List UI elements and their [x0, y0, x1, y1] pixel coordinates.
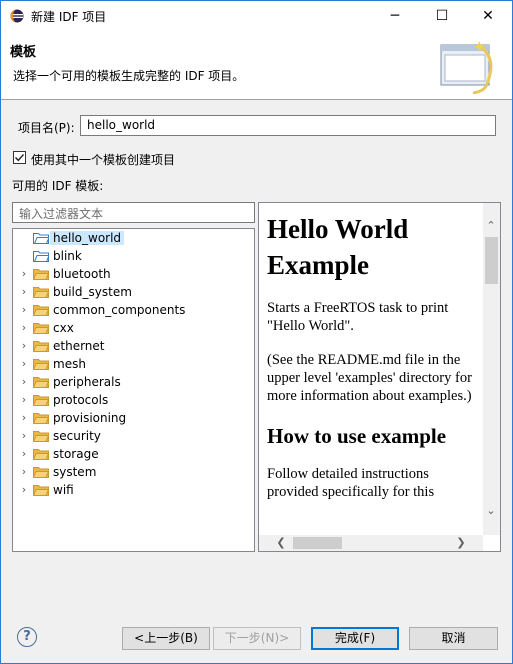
scroll-right-icon[interactable]: ❯	[453, 535, 469, 551]
expand-chevron-icon[interactable]: ›	[18, 319, 30, 337]
preview-subheading: How to use example	[267, 424, 447, 448]
wizard-banner-icon	[440, 41, 493, 94]
wizard-header: 模板 选择一个可用的模板生成完整的 IDF 项目。	[1, 31, 512, 100]
filter-input[interactable]: 输入过滤器文本	[12, 202, 255, 223]
preview-horizontal-scrollbar[interactable]: ❮ ❯	[259, 535, 483, 551]
folder-icon	[33, 467, 49, 478]
use-template-checkbox[interactable]	[13, 151, 26, 164]
tree-item-label: bluetooth	[53, 267, 111, 281]
tree-item-label: mesh	[53, 357, 86, 371]
tree-item-hello-world[interactable]: hello_world	[13, 229, 254, 247]
expand-chevron-icon[interactable]: ›	[18, 463, 30, 481]
tree-item-label: common_components	[53, 303, 186, 317]
expand-chevron-icon[interactable]: ›	[18, 481, 30, 499]
filter-placeholder: 输入过滤器文本	[19, 207, 104, 221]
folder-icon	[33, 485, 49, 496]
minimize-button[interactable]: ─	[372, 1, 418, 31]
close-button[interactable]: ✕	[465, 1, 511, 31]
expand-chevron-icon[interactable]: ›	[18, 337, 30, 355]
tree-item-cxx[interactable]: › cxx	[13, 319, 254, 337]
tree-item-wifi[interactable]: › wifi	[13, 481, 254, 499]
tree-item-label: peripherals	[53, 375, 121, 389]
folder-icon	[33, 377, 49, 388]
window-title: 新建 IDF 项目	[31, 10, 107, 24]
scroll-left-icon[interactable]: ❮	[273, 535, 289, 551]
tree-item-label: hello_world	[50, 231, 125, 245]
tree-item-common-components[interactable]: › common_components	[13, 301, 254, 319]
folder-icon	[33, 449, 49, 460]
folder-icon	[33, 359, 49, 370]
preview-paragraph: Follow detailed instructions provided sp…	[267, 466, 435, 500]
new-idf-project-dialog: 新建 IDF 项目 ─ ☐ ✕ 模板 选择一个可用的模板生成完整的 IDF 项目…	[0, 0, 513, 664]
tree-item-label: security	[53, 429, 101, 443]
template-tree[interactable]: hello_world blink › bluetooth › build_sy…	[12, 228, 255, 552]
expand-chevron-icon[interactable]: ›	[18, 427, 30, 445]
tree-item-label: ethernet	[53, 339, 105, 353]
folder-icon	[33, 323, 49, 334]
folder-icon	[33, 395, 49, 406]
tree-item-label: wifi	[53, 483, 74, 497]
expand-chevron-icon[interactable]: ›	[18, 445, 30, 463]
tree-item-storage[interactable]: › storage	[13, 445, 254, 463]
page-title: 模板	[10, 45, 37, 60]
expand-chevron-icon[interactable]: ›	[18, 283, 30, 301]
tree-item-mesh[interactable]: › mesh	[13, 355, 254, 373]
tree-item-label: system	[53, 465, 97, 479]
next-button[interactable]: 下一步(N)>	[213, 627, 301, 650]
folder-icon	[33, 233, 49, 244]
tree-item-security[interactable]: › security	[13, 427, 254, 445]
tree-item-protocols[interactable]: › protocols	[13, 391, 254, 409]
preview-paragraph: (See the README.md file in the upper lev…	[267, 352, 472, 404]
back-button[interactable]: <上一步(B)	[122, 627, 210, 650]
scroll-down-icon[interactable]: ⌄	[483, 503, 499, 519]
expand-chevron-icon[interactable]: ›	[18, 301, 30, 319]
preview-content: Hello World Example Starts a FreeRTOS ta…	[267, 211, 477, 501]
page-description: 选择一个可用的模板生成完整的 IDF 项目。	[13, 69, 245, 83]
project-name-value: hello_world	[87, 118, 156, 132]
folder-icon	[33, 251, 49, 262]
preview-paragraph: Starts a FreeRTOS task to print "Hello W…	[267, 300, 449, 334]
tree-item-label: protocols	[53, 393, 109, 407]
tree-item-build-system[interactable]: › build_system	[13, 283, 254, 301]
preview-heading: Hello World Example	[267, 214, 409, 280]
preview-vertical-scrollbar[interactable]: ⌃ ⌄	[483, 203, 500, 535]
tree-item-label: blink	[53, 249, 82, 263]
tree-item-provisioning[interactable]: › provisioning	[13, 409, 254, 427]
eclipse-app-icon	[10, 9, 24, 23]
checkmark-icon	[15, 154, 25, 162]
tree-item-ethernet[interactable]: › ethernet	[13, 337, 254, 355]
available-templates-label: 可用的 IDF 模板:	[12, 179, 104, 193]
scroll-up-icon[interactable]: ⌃	[483, 218, 499, 234]
tree-item-bluetooth[interactable]: › bluetooth	[13, 265, 254, 283]
expand-chevron-icon[interactable]: ›	[18, 355, 30, 373]
folder-icon	[33, 305, 49, 316]
folder-icon	[33, 287, 49, 298]
expand-chevron-icon[interactable]: ›	[18, 373, 30, 391]
cancel-button[interactable]: 取消	[409, 627, 498, 650]
template-preview: Hello World Example Starts a FreeRTOS ta…	[258, 202, 501, 552]
tree-item-system[interactable]: › system	[13, 463, 254, 481]
folder-icon	[33, 413, 49, 424]
vertical-scroll-thumb[interactable]	[485, 237, 498, 284]
folder-icon	[33, 269, 49, 280]
use-template-label[interactable]: 使用其中一个模板创建项目	[31, 151, 175, 168]
expand-chevron-icon[interactable]: ›	[18, 409, 30, 427]
project-name-input[interactable]: hello_world	[80, 115, 496, 136]
project-name-label: 项目名(P):	[18, 121, 75, 135]
tree-item-label: cxx	[53, 321, 74, 335]
tree-item-label: provisioning	[53, 411, 127, 425]
tree-item-label: storage	[53, 447, 99, 461]
expand-chevron-icon[interactable]: ›	[18, 265, 30, 283]
help-icon[interactable]: ?	[17, 627, 37, 647]
tree-item-blink[interactable]: blink	[13, 247, 254, 265]
title-bar: 新建 IDF 项目 ─ ☐ ✕	[1, 1, 512, 31]
finish-button[interactable]: 完成(F)	[311, 627, 399, 650]
folder-icon	[33, 431, 49, 442]
maximize-button[interactable]: ☐	[419, 1, 465, 31]
horizontal-scroll-thumb[interactable]	[293, 537, 342, 549]
tree-item-peripherals[interactable]: › peripherals	[13, 373, 254, 391]
folder-icon	[33, 341, 49, 352]
expand-chevron-icon[interactable]: ›	[18, 391, 30, 409]
tree-item-label: build_system	[53, 285, 132, 299]
